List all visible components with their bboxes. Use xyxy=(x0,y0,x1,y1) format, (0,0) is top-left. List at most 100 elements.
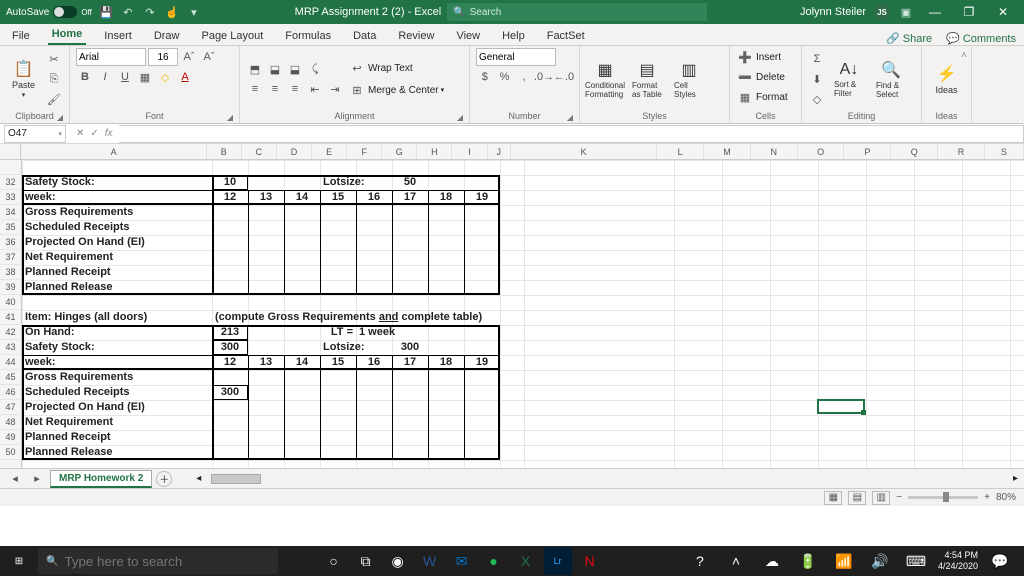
page-break-view-icon[interactable]: ▥ xyxy=(872,491,890,505)
col-header-J[interactable]: J xyxy=(488,144,511,159)
tray-wifi-icon[interactable]: 📶 xyxy=(830,547,858,575)
tray-battery-icon[interactable]: 🔋 xyxy=(794,547,822,575)
add-sheet-button[interactable]: ＋ xyxy=(156,471,172,487)
zoom-in-icon[interactable]: + xyxy=(984,492,990,503)
normal-view-icon[interactable]: ▦ xyxy=(824,491,842,505)
col-header-F[interactable]: F xyxy=(347,144,382,159)
tab-insert[interactable]: Insert xyxy=(100,28,136,45)
ribbon-display-icon[interactable]: ▣ xyxy=(898,4,914,20)
page-layout-view-icon[interactable]: ▤ xyxy=(848,491,866,505)
spreadsheet-grid[interactable]: ABCDEFGHIJKLMNOPQRS 32333435363738394041… xyxy=(0,144,1024,506)
cell-E42[interactable]: LT = xyxy=(320,325,356,340)
col-header-A[interactable]: A xyxy=(21,144,206,159)
currency-icon[interactable]: $ xyxy=(476,68,494,86)
start-button[interactable]: ⊞ xyxy=(4,546,34,576)
conditional-formatting-button[interactable]: ▦Conditional Formatting xyxy=(586,53,624,105)
task-view-icon[interactable]: ⧉ xyxy=(352,547,380,575)
cell-B33[interactable]: 12 xyxy=(212,190,248,205)
col-header-H[interactable]: H xyxy=(417,144,452,159)
formula-input[interactable] xyxy=(119,125,1024,143)
col-header-N[interactable]: N xyxy=(751,144,798,159)
row-header-32[interactable]: 32 xyxy=(0,175,21,190)
cell-A34[interactable]: Gross Requirements xyxy=(22,205,212,220)
row-header-34[interactable]: 34 xyxy=(0,205,21,220)
font-name-select[interactable] xyxy=(76,48,146,66)
cell-F33[interactable]: 16 xyxy=(356,190,392,205)
cell-H33[interactable]: 18 xyxy=(428,190,464,205)
row-header-50[interactable]: 50 xyxy=(0,445,21,460)
cell-H44[interactable]: 18 xyxy=(428,355,464,370)
paste-button[interactable]: 📋Paste▾ xyxy=(6,53,41,105)
tray-help-icon[interactable]: ? xyxy=(686,547,714,575)
taskbar-search[interactable]: 🔍 xyxy=(38,548,278,574)
netflix-icon[interactable]: N xyxy=(576,547,604,575)
col-header-O[interactable]: O xyxy=(798,144,845,159)
row-header-46[interactable]: 46 xyxy=(0,385,21,400)
search-input[interactable] xyxy=(470,7,702,18)
redo-icon[interactable]: ↷ xyxy=(142,4,158,20)
cell-F44[interactable]: 16 xyxy=(356,355,392,370)
col-header-B[interactable]: B xyxy=(207,144,242,159)
mail-icon[interactable]: ✉ xyxy=(448,547,476,575)
cell-A33[interactable]: week: xyxy=(22,190,212,205)
inc-decimal-icon[interactable]: .0→ xyxy=(535,68,553,86)
indent-dec-icon[interactable]: ⇤ xyxy=(306,80,324,98)
col-header-E[interactable]: E xyxy=(312,144,347,159)
tray-onedrive-icon[interactable]: ☁ xyxy=(758,547,786,575)
notifications-icon[interactable]: 💬 xyxy=(986,547,1014,575)
row-header-43[interactable]: 43 xyxy=(0,340,21,355)
insert-cells-button[interactable]: ➕Insert xyxy=(736,48,781,66)
cancel-formula-icon[interactable]: ✕ xyxy=(76,128,84,139)
col-header-C[interactable]: C xyxy=(242,144,277,159)
cell-A46[interactable]: Scheduled Receipts xyxy=(22,385,212,400)
wrap-text-button[interactable]: ↩Wrap Text xyxy=(348,59,444,77)
fill-icon[interactable]: ⬇ xyxy=(808,70,826,88)
zoom-level[interactable]: 80% xyxy=(996,492,1016,503)
horizontal-scrollbar[interactable]: ◂▸ xyxy=(196,473,1018,485)
tab-factset[interactable]: FactSet xyxy=(543,28,589,45)
orientation-icon[interactable]: ⤹ xyxy=(306,60,324,78)
clear-icon[interactable]: ◇ xyxy=(808,90,826,108)
col-header-I[interactable]: I xyxy=(452,144,487,159)
cell-G32[interactable]: 50 xyxy=(392,175,428,190)
row-header-40[interactable]: 40 xyxy=(0,295,21,310)
cell-A32[interactable]: Safety Stock: xyxy=(22,175,212,190)
cell-B43[interactable]: 300 xyxy=(212,340,248,355)
row-header-31[interactable] xyxy=(0,160,21,175)
bold-button[interactable]: B xyxy=(76,68,94,86)
taskbar-search-input[interactable] xyxy=(64,554,270,569)
save-icon[interactable]: 💾 xyxy=(98,4,114,20)
tab-formulas[interactable]: Formulas xyxy=(281,28,335,45)
cell-E44[interactable]: 15 xyxy=(320,355,356,370)
align-right-icon[interactable]: ≡ xyxy=(286,80,304,98)
cell-C44[interactable]: 13 xyxy=(248,355,284,370)
indent-inc-icon[interactable]: ⇥ xyxy=(326,80,344,98)
align-bottom-icon[interactable]: ⬓ xyxy=(286,60,304,78)
share-button[interactable]: 🔗 Share xyxy=(886,32,932,45)
dec-decimal-icon[interactable]: ←.0 xyxy=(555,68,573,86)
cell-E33[interactable]: 15 xyxy=(320,190,356,205)
cell-A50[interactable]: Planned Release xyxy=(22,445,212,460)
row-header-49[interactable]: 49 xyxy=(0,430,21,445)
cell-B42[interactable]: 213 xyxy=(212,325,248,340)
row-header-47[interactable]: 47 xyxy=(0,400,21,415)
cell-A35[interactable]: Scheduled Receipts xyxy=(22,220,212,235)
taskbar-clock[interactable]: 4:54 PM4/24/2020 xyxy=(938,550,978,572)
cell-A44[interactable]: week: xyxy=(22,355,212,370)
autosave-toggle[interactable]: AutoSave Off xyxy=(6,6,92,18)
comments-button[interactable]: 💬 Comments xyxy=(946,32,1016,45)
sheet-tab-active[interactable]: MRP Homework 2 xyxy=(50,470,152,488)
user-name[interactable]: Jolynn Steiler xyxy=(800,6,866,18)
row-header-36[interactable]: 36 xyxy=(0,235,21,250)
row-header-41[interactable]: 41 xyxy=(0,310,21,325)
lightroom-icon[interactable]: Lr xyxy=(544,547,572,575)
zoom-out-icon[interactable]: − xyxy=(896,492,902,503)
cell-I33[interactable]: 19 xyxy=(464,190,500,205)
col-header-S[interactable]: S xyxy=(985,144,1024,159)
decrease-font-icon[interactable]: Aˇ xyxy=(200,48,218,66)
word-icon[interactable]: W xyxy=(416,547,444,575)
cell-A37[interactable]: Net Requirement xyxy=(22,250,212,265)
row-header-42[interactable]: 42 xyxy=(0,325,21,340)
chrome-icon[interactable]: ◉ xyxy=(384,547,412,575)
merge-center-button[interactable]: ⊞Merge & Center▾ xyxy=(348,81,444,99)
